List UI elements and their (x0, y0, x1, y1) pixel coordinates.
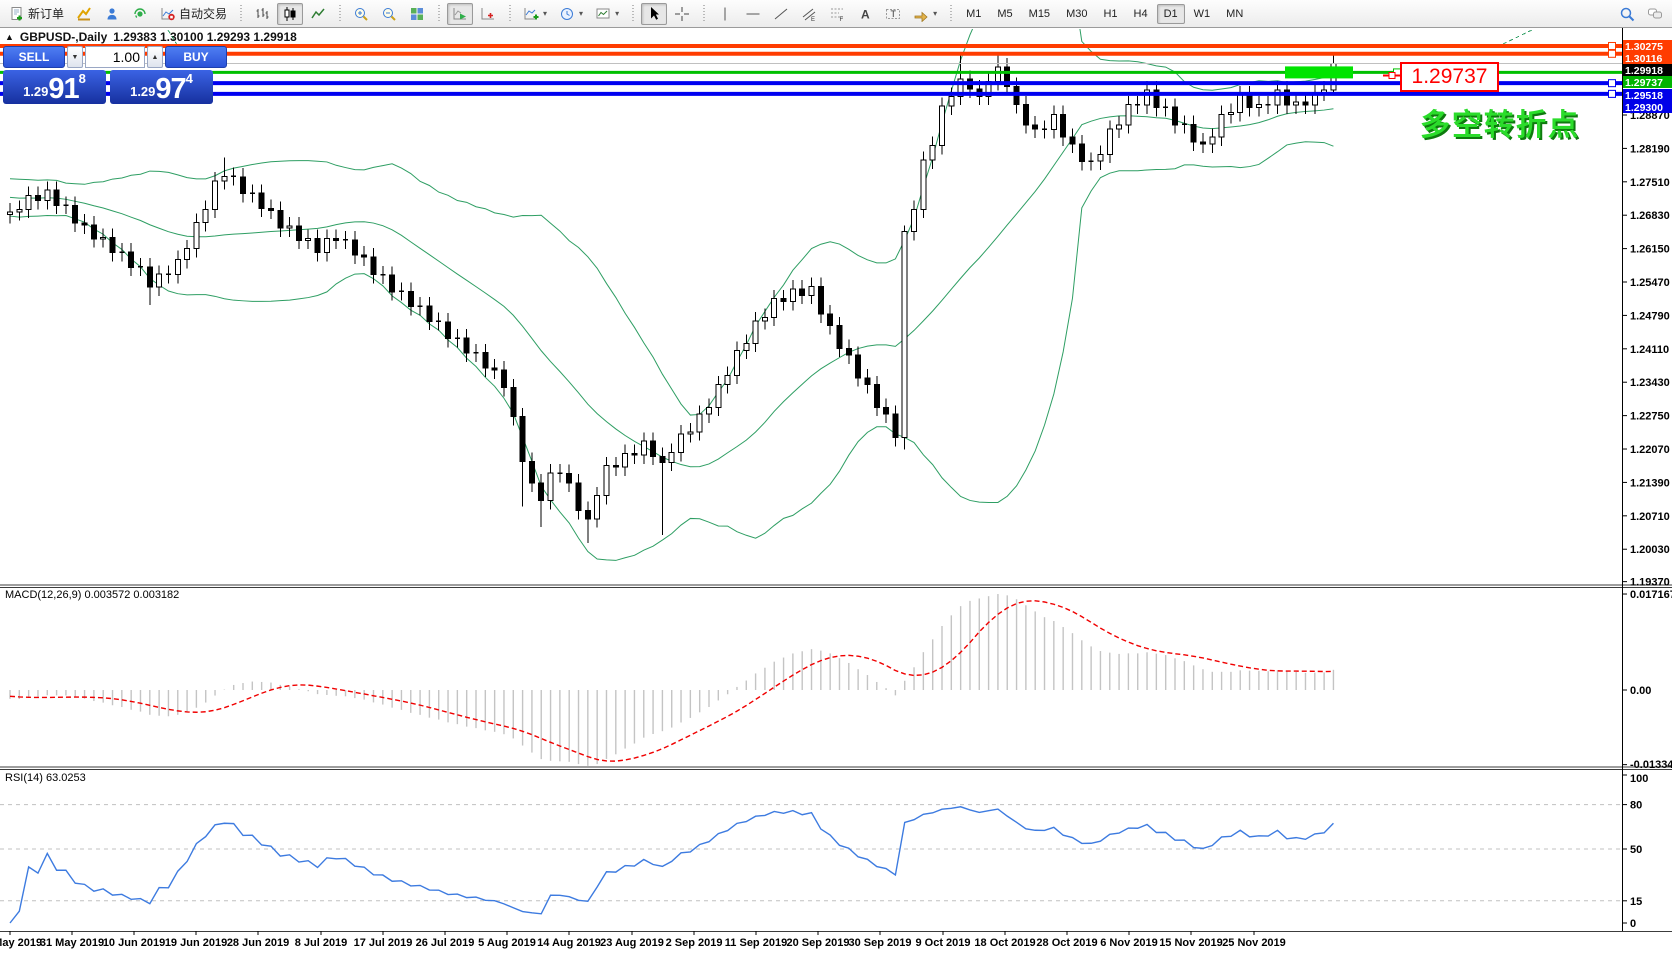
buy-price-prefix: 1.29 (130, 84, 155, 99)
horizontal-lines (0, 42, 1622, 97)
price-tick-label: 1.26150 (1630, 244, 1670, 256)
price-tick-label: 1.19370 (1630, 577, 1670, 589)
chart-frame (0, 28, 1672, 932)
rsi-indicator-label: RSI(14) 63.0253 (5, 772, 86, 784)
buy-price-sup: 4 (186, 71, 193, 86)
sell-price-display[interactable]: 1.29918 (3, 70, 106, 104)
date-tick-label: 30 Sep 2019 (849, 937, 912, 949)
rsi-tick-label: 80 (1630, 800, 1642, 812)
sell-price-prefix: 1.29 (23, 84, 48, 99)
price-tick-label: 1.23430 (1630, 377, 1670, 389)
buy-price-big: 97 (155, 76, 185, 102)
date-tick-label: 25 Nov 2019 (1222, 937, 1286, 949)
date-tick-label: 28 Jun 2019 (227, 937, 289, 949)
price-tick-label: 1.24790 (1630, 310, 1670, 322)
price-flag-label: 1.29918 (1625, 65, 1663, 77)
price-tick-label: 1.27510 (1630, 177, 1670, 189)
one-click-collapse-icon[interactable]: ▲ (5, 32, 14, 42)
date-tick-label: 9 Oct 2019 (915, 937, 970, 949)
one-click-trading-panel: SELL ▼ ▲ BUY 1.29918 1.29974 (3, 46, 213, 104)
trendline-fragment[interactable] (1503, 29, 1534, 44)
date-tick-label: 14 Aug 2019 (537, 937, 601, 949)
rsi-line (10, 807, 1333, 923)
chart-ohlc-values: 1.29383 1.30100 1.29293 1.29918 (113, 30, 297, 44)
date-tick-label: 28 Oct 2019 (1036, 937, 1097, 949)
date-tick-label: 11 Sep 2019 (725, 937, 787, 949)
turning-point-annotation[interactable]: 多空转折点 (1420, 100, 1580, 144)
date-tick-label: 22 May 2019 (0, 937, 42, 949)
price-tick-label: 1.22070 (1630, 444, 1670, 456)
line-handle[interactable] (1609, 50, 1616, 57)
price-tick-label: 1.24110 (1630, 344, 1669, 356)
buy-price-display[interactable]: 1.29974 (110, 70, 213, 104)
price-flag-label: 1.30275 (1625, 41, 1663, 53)
price-tick-label: 1.26830 (1630, 210, 1670, 222)
price-flag-label: 1.29518 (1625, 90, 1663, 102)
chart-symbol-period: GBPUSD-,Daily (20, 30, 107, 44)
macd-tick-label: 0.00 (1630, 685, 1651, 697)
line-handle[interactable] (1609, 42, 1616, 49)
candles (8, 29, 1535, 543)
date-tick-label: 5 Aug 2019 (478, 937, 536, 949)
volume-input[interactable] (85, 46, 145, 68)
date-axis[interactable]: 22 May 201931 May 201910 Jun 201919 Jun … (0, 931, 1286, 949)
macd-tick-label: -0.013348 (1630, 759, 1672, 771)
price-flag-label: 1.29300 (1625, 102, 1663, 114)
date-tick-label: 8 Jul 2019 (295, 937, 348, 949)
price-flag-label: 1.29737 (1625, 77, 1663, 89)
volume-increase-button[interactable]: ▲ (147, 46, 163, 68)
mt4-terminal: 新订单 自动交易 (0, 0, 1672, 953)
rsi-tick-label: 15 (1630, 896, 1642, 908)
rsi-tick-label: 100 (1630, 773, 1648, 785)
rsi-pane (0, 805, 1622, 923)
macd-indicator-label: MACD(12,26,9) 0.003572 0.003182 (5, 589, 179, 601)
rsi-tick-label: 0 (1630, 918, 1636, 930)
price-flag-label: 1.30116 (1625, 53, 1663, 65)
volume-decrease-button[interactable]: ▼ (67, 46, 83, 68)
date-tick-label: 26 Jul 2019 (416, 937, 475, 949)
price-axis: 1.288701.281901.275101.268301.261501.254… (1622, 40, 1672, 930)
price-tick-label: 1.22750 (1630, 411, 1670, 423)
date-tick-label: 10 Jun 2019 (103, 937, 165, 949)
date-tick-label: 20 Sep 2019 (787, 937, 850, 949)
line-handle[interactable] (1609, 80, 1616, 87)
highlight-rectangle[interactable] (1285, 66, 1353, 78)
sell-price-sup: 8 (79, 71, 86, 86)
chart-title: ▲ GBPUSD-,Daily 1.29383 1.30100 1.29293 1.… (5, 30, 297, 44)
line-handle[interactable] (1609, 90, 1616, 97)
date-tick-label: 6 Nov 2019 (1100, 937, 1157, 949)
price-annotation-box[interactable]: 1.29737 (1400, 62, 1499, 92)
date-tick-label: 19 Jun 2019 (165, 937, 227, 949)
date-tick-label: 2 Sep 2019 (666, 937, 723, 949)
date-tick-label: 23 Aug 2019 (600, 937, 664, 949)
macd-tick-label: 0.017167 (1630, 589, 1672, 601)
price-tick-label: 1.21390 (1630, 477, 1670, 489)
price-tick-label: 1.20030 (1630, 544, 1670, 556)
date-tick-label: 18 Oct 2019 (974, 937, 1035, 949)
annotation-handle[interactable] (1389, 73, 1395, 79)
date-tick-label: 17 Jul 2019 (354, 937, 413, 949)
rsi-tick-label: 50 (1630, 844, 1642, 856)
sell-button[interactable]: SELL (3, 46, 65, 68)
date-tick-label: 15 Nov 2019 (1159, 937, 1223, 949)
price-tick-label: 1.20710 (1630, 511, 1670, 523)
sell-price-big: 91 (48, 76, 78, 102)
macd-pane (10, 594, 1333, 766)
date-tick-label: 31 May 2019 (40, 937, 104, 949)
price-tick-label: 1.28190 (1630, 143, 1670, 155)
price-tick-label: 1.25470 (1630, 277, 1670, 289)
buy-button[interactable]: BUY (165, 46, 227, 68)
macd-signal-line (10, 601, 1333, 761)
